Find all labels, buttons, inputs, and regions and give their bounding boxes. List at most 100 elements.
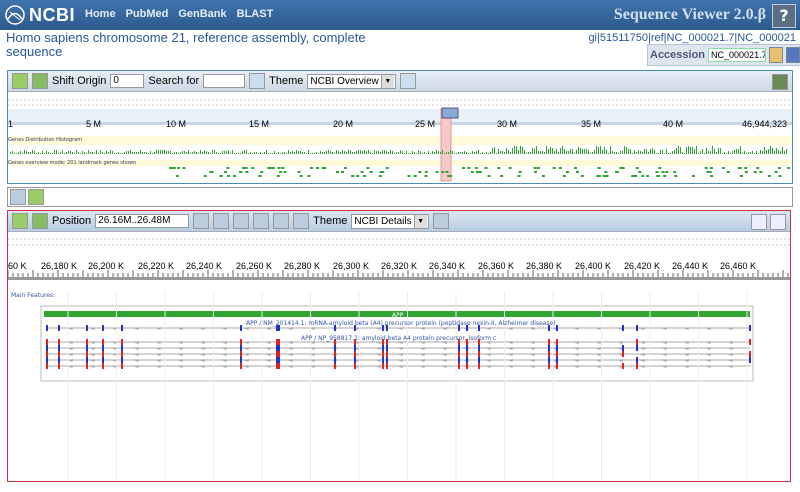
gene-mark (638, 171, 642, 173)
histogram-bar (544, 152, 545, 154)
pan-left-icon[interactable] (213, 213, 230, 229)
theme-select[interactable]: NCBI Overview (307, 73, 396, 89)
histogram-bar (236, 153, 237, 154)
histogram-bar (326, 151, 327, 154)
wrench-icon[interactable] (432, 213, 449, 229)
help-icon[interactable] (772, 74, 788, 90)
histogram-bar (574, 153, 575, 154)
histogram-bar (422, 153, 423, 154)
nav-genbank-link[interactable]: GenBank (178, 8, 226, 20)
gene-mark (756, 167, 760, 169)
exon-mark (458, 351, 460, 357)
histogram-bar (294, 152, 295, 154)
histogram-bar (32, 150, 33, 154)
wrench-icon[interactable] (399, 73, 416, 89)
protein-label[interactable]: APP / NP_958817.1: amyloid beta A4 prote… (301, 335, 496, 342)
ncbi-logo[interactable]: NCBI (4, 4, 75, 26)
histogram-bar (558, 152, 559, 154)
sequence-view-icon[interactable] (32, 73, 48, 89)
gene-mark (267, 167, 271, 169)
pan-right-icon[interactable] (233, 213, 250, 229)
search-icon[interactable] (249, 73, 266, 89)
gene-mark (239, 171, 243, 173)
gene-mark (476, 171, 480, 173)
ruler-tick: 26,280 K (284, 261, 321, 271)
histogram-bar (104, 153, 105, 154)
zoom-in-icon[interactable] (273, 213, 290, 229)
nav-pubmed-link[interactable]: PubMed (126, 8, 169, 20)
exon-mark (636, 325, 638, 331)
exon-mark (121, 351, 123, 357)
histogram-bar (676, 148, 677, 154)
gene-mark (574, 167, 577, 169)
strand-arrow: ◄ (178, 363, 183, 370)
exon-mark (636, 345, 638, 351)
gene-mark (245, 171, 249, 173)
histogram-bar (36, 153, 37, 154)
position-input[interactable]: 26.16M..26.48M (95, 214, 190, 228)
exon-mark (278, 345, 280, 351)
histogram-bar (310, 153, 311, 154)
histogram-bar (482, 152, 483, 154)
histogram-bar (214, 150, 215, 154)
histogram-bar (136, 152, 137, 154)
histogram-bar (458, 152, 459, 154)
gene-mark (508, 167, 512, 169)
gene-mark (219, 175, 223, 177)
search-input[interactable] (203, 74, 246, 88)
refresh-icon[interactable] (193, 213, 210, 229)
gene-mark (615, 171, 618, 173)
sequence-zoom-icon[interactable] (253, 213, 270, 229)
histogram-bar (576, 150, 577, 154)
histogram-bar (188, 150, 189, 154)
histogram-bar (322, 152, 323, 154)
exon-mark (556, 363, 558, 369)
histogram-bar (662, 150, 663, 154)
zoom-out-icon[interactable] (293, 213, 310, 229)
histogram-bar (448, 152, 449, 154)
shift-origin-input[interactable]: 0 (110, 74, 145, 88)
nav-blast-link[interactable]: BLAST (237, 8, 274, 20)
accession-input[interactable]: NC_000021.7 (708, 48, 767, 62)
close-icon[interactable] (770, 214, 786, 230)
histogram-bar (254, 152, 255, 154)
histogram-bar (196, 152, 197, 154)
track-config-icon[interactable] (10, 189, 26, 205)
accession-view-icon[interactable] (786, 47, 800, 63)
histogram-bar (274, 151, 275, 154)
sequence-view-icon[interactable] (32, 213, 48, 229)
histogram-bar (354, 152, 355, 154)
mrna-label[interactable]: APP / NM_201414.1: mRNA-amyloid beta (A4… (246, 320, 556, 327)
gene-mark (381, 171, 385, 173)
graphics-icon[interactable] (12, 73, 28, 89)
gene-label[interactable]: APP (392, 312, 403, 319)
exon-mark (240, 351, 242, 357)
histogram-bar (348, 150, 349, 154)
exon-mark (548, 351, 550, 357)
histogram-bar (424, 152, 425, 154)
exon-mark (86, 357, 88, 363)
histogram-bar (588, 150, 589, 154)
histogram-bar (82, 151, 83, 154)
histogram-bar (562, 146, 563, 154)
ruler-tick: 26,420 K (624, 261, 661, 271)
histogram-bar (12, 151, 13, 154)
graphics-icon[interactable] (12, 213, 28, 229)
gene-mark (203, 175, 207, 177)
histogram-bar (382, 150, 383, 154)
exon-mark (121, 325, 123, 331)
histogram-bar (106, 151, 107, 154)
theme-select[interactable]: NCBI Details (351, 213, 429, 229)
ruler-tick: 30 M (497, 119, 518, 129)
histogram-bar (242, 151, 243, 154)
gene-mark (753, 171, 757, 173)
accession-go-icon[interactable] (769, 47, 784, 63)
exon-mark (458, 345, 460, 351)
track-add-icon[interactable] (28, 189, 44, 205)
histogram-bar (268, 153, 269, 154)
accession-label: Accession (650, 49, 706, 61)
nav-home-link[interactable]: Home (85, 8, 116, 20)
help-button[interactable]: ? (772, 4, 796, 28)
exon-mark (478, 351, 480, 357)
minimize-icon[interactable] (751, 214, 767, 230)
